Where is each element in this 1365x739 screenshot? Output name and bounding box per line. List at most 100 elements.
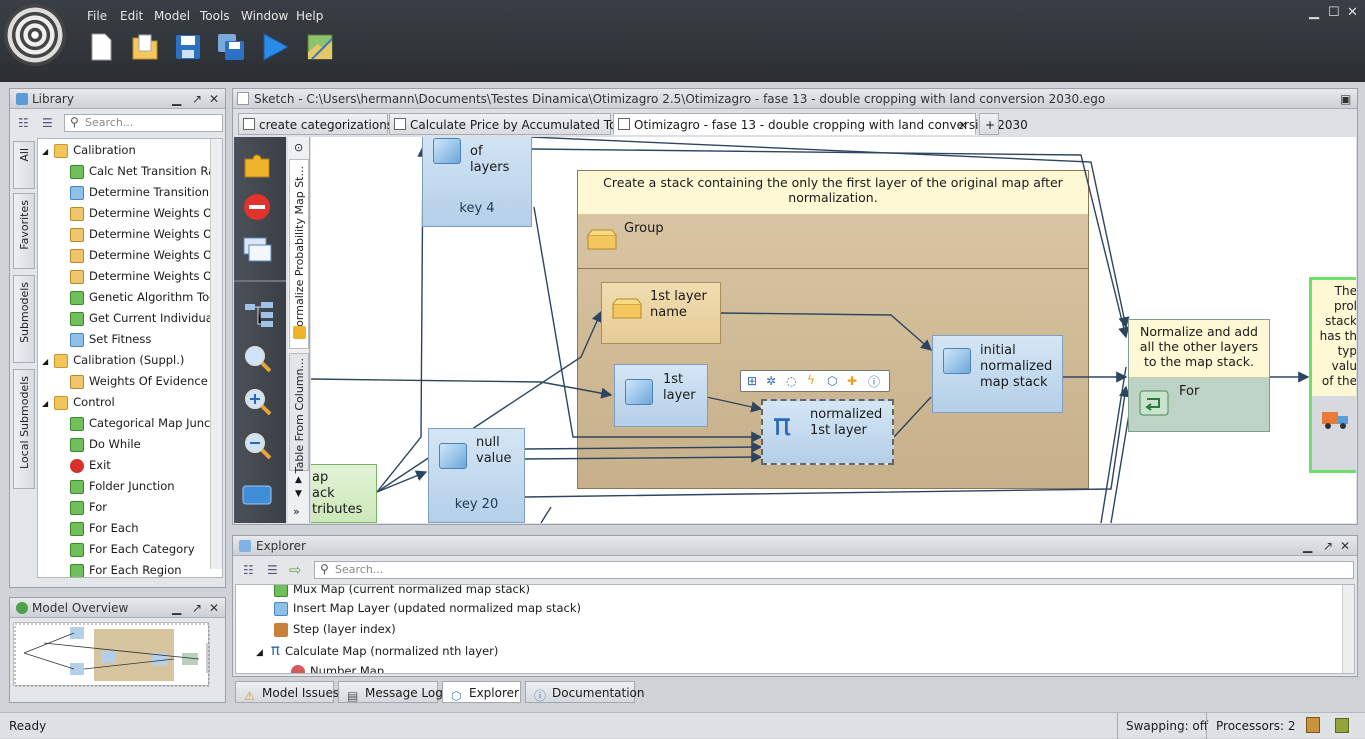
puzzle-icon[interactable]: ✚ [847,374,857,388]
save-icon[interactable] [173,32,203,62]
menu-edit[interactable]: Edit [120,9,143,23]
tab-model-issues[interactable]: ⚠ Model Issues [235,681,339,703]
explorer-item[interactable]: Insert Map Layer (updated normalized map… [274,598,581,619]
tab-create-categorizations[interactable]: create categorizations [238,113,393,135]
node-right-partial[interactable]: The prol stack has th typ valu of the [1309,277,1356,473]
close-panel-icon[interactable]: ✕ [209,89,219,109]
menu-file[interactable]: File [87,9,107,23]
library-item[interactable]: For [70,497,107,518]
library-item[interactable]: For Each Category [70,539,195,560]
library-item[interactable]: Folder Junction [70,476,175,497]
layout-icon[interactable] [243,300,275,328]
container-icon[interactable] [241,480,275,508]
tree-view-icon[interactable]: ☷ [18,116,29,130]
minimize-panel-icon[interactable]: ▁ [1303,536,1312,556]
float-panel-icon[interactable]: ↗ [192,89,202,109]
float-panel-icon[interactable]: ↗ [1323,536,1333,556]
tab-local-submodels[interactable]: Local Submodels [13,369,35,489]
maximize-panel-icon[interactable]: ▣ [1340,89,1351,109]
collapse-arrow-icon[interactable]: ◢ [42,357,48,366]
tab-favorites[interactable]: Favorites [13,193,35,269]
menu-help[interactable]: Help [296,9,323,23]
explorer-item[interactable]: Step (layer index) [274,619,396,640]
map-icon[interactable] [305,32,335,62]
zoom-fit-icon[interactable] [243,344,273,374]
close-tab-icon[interactable]: × [958,114,968,136]
tab-message-log[interactable]: ▤ Message Log [338,681,443,703]
trash-icon[interactable] [1335,718,1349,733]
zoom-out-icon[interactable] [243,431,273,461]
node-initial-map-stack[interactable]: initial normalized map stack [932,335,1063,413]
scroll-down-icon[interactable]: ▼ [295,489,302,499]
comment-icon[interactable]: ◌ [786,374,796,388]
library-item[interactable]: Get Current Individual [70,308,216,329]
puzzle-icon[interactable] [243,151,271,179]
list-view-icon[interactable]: ☰ [42,116,53,130]
tab-table-from-column[interactable]: Table From Column... [289,353,309,473]
node-null-value[interactable]: null value key 20 [428,428,525,523]
library-item[interactable]: For Each [70,518,139,539]
explorer-scrollbar[interactable] [1342,585,1354,673]
float-panel-icon[interactable]: ↗ [192,598,202,618]
model-canvas[interactable]: Create a stack containing the only the f… [311,137,1356,523]
library-item[interactable]: Determine Weights Of Ev [70,224,222,245]
close-panel-icon[interactable]: ✕ [1340,536,1350,556]
library-item[interactable]: Determine Weights Of Ev [70,203,222,224]
tab-explorer[interactable]: ⬡ Explorer [442,681,521,703]
maximize-window-icon[interactable]: ☐ [1328,5,1340,20]
tab-all[interactable]: All [13,141,35,189]
go-arrow-icon[interactable]: ⇨ [289,561,302,579]
collapse-arrow-icon[interactable]: ◢ [42,399,48,408]
library-item[interactable]: Categorical Map Junction [70,413,222,434]
run-icon[interactable] [260,32,290,62]
overview-minimap[interactable] [13,622,212,687]
library-item[interactable]: Do While [70,434,141,455]
close-panel-icon[interactable]: ✕ [209,598,219,618]
add-icon[interactable]: ⊞ [747,374,757,388]
library-category[interactable]: ◢ Calibration [42,140,136,161]
node-map-stack-attributes[interactable]: ap ack tributes [311,464,377,523]
library-item[interactable]: Determine Transition Mat [70,182,222,203]
library-item[interactable]: Determine Weights Of Ev [70,245,222,266]
close-window-icon[interactable]: ✕ [1347,5,1358,20]
tab-otimizagro-active[interactable]: Otimizagro - fase 13 - double cropping w… [613,113,1028,136]
tree-view-icon[interactable]: ☷ [243,563,254,577]
library-category[interactable]: ◢ Control [42,392,115,413]
collapse-arrow-icon[interactable]: ◢ [42,147,48,156]
open-folder-icon[interactable] [130,32,160,62]
help-icon[interactable]: ⓘ [868,373,880,390]
menu-model[interactable]: Model [154,9,190,23]
library-item[interactable]: For Each Region [70,560,182,577]
minimize-panel-icon[interactable]: ▁ [172,598,181,618]
for-container[interactable]: Normalize and add all the other layers t… [1128,319,1270,432]
settings-icon[interactable]: ✲ [766,374,776,388]
library-item[interactable]: Weights Of Evidence Ske [70,371,222,392]
library-item[interactable]: Calc Net Transition Rates [70,161,222,182]
explorer-item[interactable]: ◢ π Calculate Map (normalized nth layer) [256,640,498,661]
list-view-icon[interactable]: ☰ [267,563,278,577]
tab-submodels[interactable]: Submodels [13,275,35,363]
node-normalized-1st-layer[interactable]: π normalized 1st layer [761,399,894,465]
library-item[interactable]: Genetic Algorithm Tool [70,287,219,308]
cube-icon[interactable]: ⬡ [827,374,837,388]
library-item[interactable]: Exit [70,455,111,476]
minimize-window-icon[interactable]: ▁ [1309,5,1319,20]
scroll-up-icon[interactable]: ⊙ [294,141,303,154]
tab-calculate-price[interactable]: Calculate Price by Accumulated Tons 4 [389,113,642,135]
minimize-panel-icon[interactable]: ▁ [172,89,181,109]
windows-icon[interactable] [243,237,275,265]
node-1st-layer[interactable]: 1st layer [614,364,708,427]
library-scrollbar[interactable] [210,139,222,569]
tab-normalize-probability[interactable]: Normalize Probability Map St... [289,159,309,349]
menu-window[interactable]: Window [241,9,288,23]
node-1st-layer-name[interactable]: 1st layer name [601,282,721,344]
explorer-search-input[interactable]: Search... [314,561,1354,579]
library-item[interactable]: Set Fitness [70,329,151,350]
node-layers[interactable]: of layers key 4 [422,137,532,227]
zoom-in-icon[interactable] [243,387,273,417]
library-search-input[interactable]: Search... [64,114,223,132]
menu-tools[interactable]: Tools [200,9,230,23]
notebook-icon[interactable] [1306,717,1320,733]
add-tab-button[interactable]: + [979,113,999,135]
explorer-item[interactable]: Number Map [291,661,384,673]
